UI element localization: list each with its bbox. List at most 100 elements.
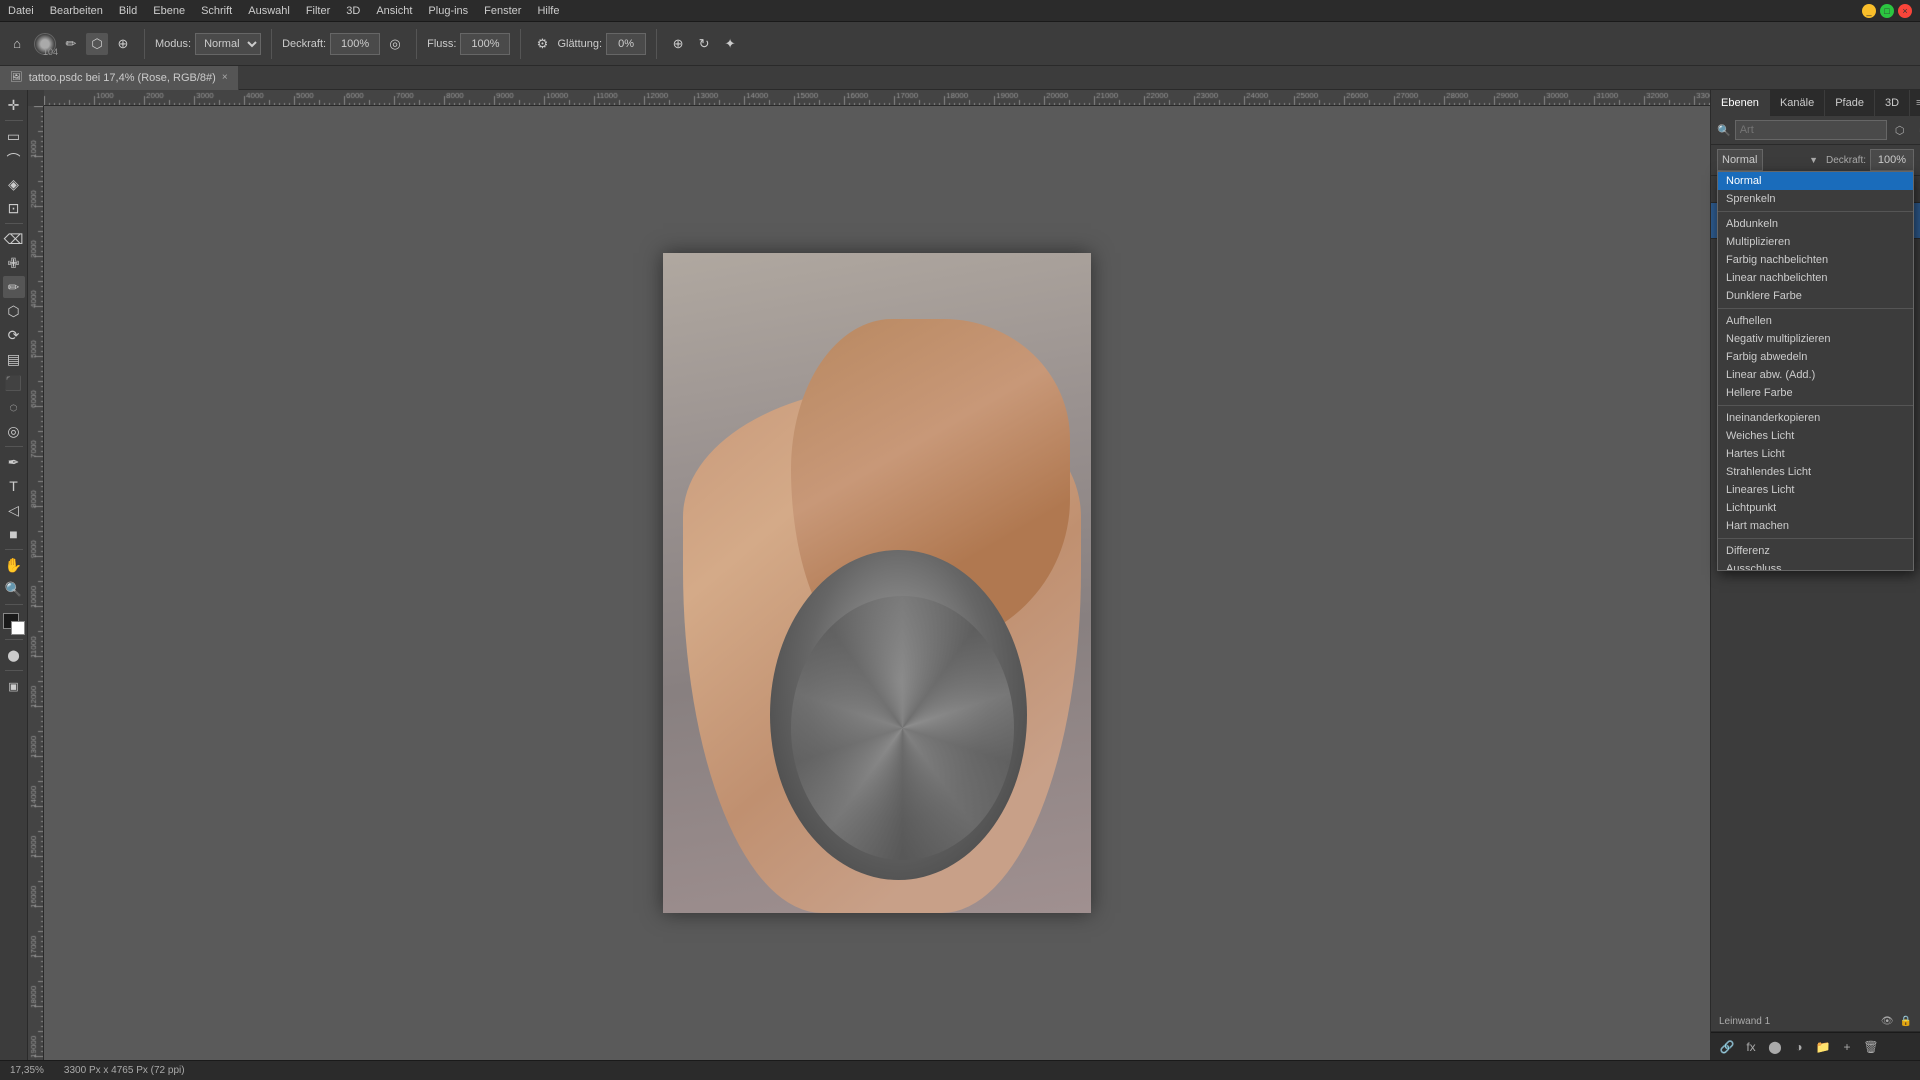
blend-option-lichtpunkt[interactable]: Lichtpunkt xyxy=(1718,499,1913,517)
tab-pfade[interactable]: Pfade xyxy=(1825,90,1875,116)
menu-item-schrift[interactable]: Schrift xyxy=(201,5,232,17)
canvas-lock-icon[interactable]: 🔒 xyxy=(1900,1016,1912,1027)
screen-mode-icon[interactable]: ▣ xyxy=(3,675,25,697)
blend-mode-select[interactable]: Normal xyxy=(1717,149,1763,171)
menu-item-auswahl[interactable]: Auswahl xyxy=(248,5,290,17)
blend-option-ausschluss[interactable]: Ausschluss xyxy=(1718,560,1913,571)
close-button[interactable]: × xyxy=(1898,4,1912,18)
crop-tool[interactable]: ⊡ xyxy=(3,197,25,219)
glattung-input[interactable] xyxy=(606,33,646,55)
quick-mask-icon[interactable]: ⬤ xyxy=(3,644,25,666)
fx-icon[interactable]: fx xyxy=(1741,1037,1761,1057)
pressure-icon[interactable]: ✦ xyxy=(719,33,741,55)
blend-option-strahlendes-licht[interactable]: Strahlendes Licht xyxy=(1718,463,1913,481)
color-swatches[interactable] xyxy=(3,613,25,635)
status-bar: 17,35% 3300 Px x 4765 Px (72 ppi) xyxy=(0,1060,1920,1080)
menu-item-3d[interactable]: 3D xyxy=(346,5,360,17)
blend-option-dunklere-farbe[interactable]: Dunklere Farbe xyxy=(1718,287,1913,305)
mask-icon[interactable]: ⬤ xyxy=(1765,1037,1785,1057)
blend-option-differenz[interactable]: Differenz xyxy=(1718,542,1913,560)
blend-option-negativ-multiplizieren[interactable]: Negativ multiplizieren xyxy=(1718,330,1913,348)
deckraft-input[interactable] xyxy=(330,33,380,55)
maximize-button[interactable]: □ xyxy=(1880,4,1894,18)
zoom-tool[interactable]: 🔍 xyxy=(3,578,25,600)
brush-icon[interactable]: ✏ xyxy=(60,33,82,55)
group-icon[interactable]: 📁 xyxy=(1813,1037,1833,1057)
brush-tool[interactable]: ✏ xyxy=(3,276,25,298)
menu-item-bild[interactable]: Bild xyxy=(119,5,137,17)
menu-item-fenster[interactable]: Fenster xyxy=(484,5,521,17)
new-layer-icon[interactable]: + xyxy=(1837,1037,1857,1057)
history-brush-tool[interactable]: ⟳ xyxy=(3,324,25,346)
gradient-tool[interactable]: ⬛ xyxy=(3,372,25,394)
flow-icon[interactable]: ⊕ xyxy=(112,33,134,55)
dodge-tool[interactable]: ◎ xyxy=(3,420,25,442)
menu-item-hilfe[interactable]: Hilfe xyxy=(537,5,559,17)
delete-layer-icon[interactable]: 🗑 xyxy=(1861,1037,1881,1057)
blend-option-linear-abw[interactable]: Linear abw. (Add.) xyxy=(1718,366,1913,384)
eraser-tool[interactable]: ▤ xyxy=(3,348,25,370)
opacity-input[interactable] xyxy=(1870,149,1914,171)
file-tab-icon: 🖼 xyxy=(10,72,23,83)
hand-tool[interactable]: ✋ xyxy=(3,554,25,576)
menu-item-ansicht[interactable]: Ansicht xyxy=(376,5,412,17)
blend-option-hart-machen[interactable]: Hart machen xyxy=(1718,517,1913,535)
rotate-icon[interactable]: ↻ xyxy=(693,33,715,55)
airbrush-icon[interactable]: ◎ xyxy=(384,33,406,55)
pen-tool[interactable]: ✒ xyxy=(3,451,25,473)
path-select-tool[interactable]: ◁ xyxy=(3,499,25,521)
background-color[interactable] xyxy=(11,621,25,635)
blend-option-normal[interactable]: Normal xyxy=(1718,172,1913,190)
layers-search-input[interactable] xyxy=(1735,120,1887,140)
blend-option-lineares-licht[interactable]: Lineares Licht xyxy=(1718,481,1913,499)
canvas-visibility-icon[interactable]: 👁 xyxy=(1881,1016,1894,1027)
file-tab[interactable]: 🖼 tattoo.psdc bei 17,4% (Rose, RGB/8#) × xyxy=(0,66,239,90)
panel-collapse-icon[interactable]: ≡ xyxy=(1910,97,1920,109)
move-tool[interactable]: ✛ xyxy=(3,94,25,116)
blend-option-multiplizieren[interactable]: Multiplizieren xyxy=(1718,233,1913,251)
symmetry-icon[interactable]: ⊕ xyxy=(667,33,689,55)
blend-option-abdunkeln[interactable]: Abdunkeln xyxy=(1718,215,1913,233)
blend-option-weiches-licht[interactable]: Weiches Licht xyxy=(1718,427,1913,445)
file-tab-close-icon[interactable]: × xyxy=(222,72,228,83)
fluss-input[interactable] xyxy=(460,33,510,55)
shape-tool[interactable]: ■ xyxy=(3,523,25,545)
eyedropper-tool[interactable]: ⌫ xyxy=(3,228,25,250)
blend-option-aufhellen[interactable]: Aufhellen xyxy=(1718,312,1913,330)
text-tool[interactable]: T xyxy=(3,475,25,497)
filter-pixel-icon[interactable]: ⬡ xyxy=(1891,121,1909,139)
menu-item-datei[interactable]: Datei xyxy=(8,5,34,17)
marquee-tool[interactable]: ▭ xyxy=(3,125,25,147)
filter-adjustment-icon[interactable]: ◑ xyxy=(1913,121,1920,139)
menu-item-filter[interactable]: Filter xyxy=(306,5,330,17)
blend-option-ineinanderkopieren[interactable]: Ineinanderkopieren xyxy=(1718,409,1913,427)
adjustment-icon[interactable]: ◑ xyxy=(1789,1037,1809,1057)
object-select-tool[interactable]: ◈ xyxy=(3,173,25,195)
blend-option-farbig-abwedeln[interactable]: Farbig abwedeln xyxy=(1718,348,1913,366)
tab-ebenen[interactable]: Ebenen xyxy=(1711,90,1770,116)
file-tab-name: tattoo.psdc bei 17,4% (Rose, RGB/8#) xyxy=(29,72,216,84)
lasso-tool[interactable]: ⌒ xyxy=(3,149,25,171)
blend-option-linear-nachbelichten[interactable]: Linear nachbelichten xyxy=(1718,269,1913,287)
glattung-label: Glättung: xyxy=(557,38,602,50)
minimize-button[interactable]: _ xyxy=(1862,4,1876,18)
blend-option-hartes-licht[interactable]: Hartes Licht xyxy=(1718,445,1913,463)
settings-icon[interactable]: ⚙ xyxy=(531,33,553,55)
blur-tool[interactable]: ◌ xyxy=(3,396,25,418)
right-panel: Ebenen Kanäle Pfade 3D ≡ 🔍 ⬡ ◑ T ■ 🔒 ● N… xyxy=(1710,90,1920,1060)
home-icon[interactable]: ⌂ xyxy=(6,33,28,55)
blend-option-hellere-farbe[interactable]: Hellere Farbe xyxy=(1718,384,1913,402)
menu-item-ebene[interactable]: Ebene xyxy=(153,5,185,17)
blend-dropdown: Normal Sprenkeln Abdunkeln Multipliziere… xyxy=(1717,171,1914,571)
menu-item-bearbeiten[interactable]: Bearbeiten xyxy=(50,5,103,17)
eraser-icon[interactable]: ⬡ xyxy=(86,33,108,55)
blend-option-sprenkeln[interactable]: Sprenkeln xyxy=(1718,190,1913,208)
heal-tool[interactable]: ✙ xyxy=(3,252,25,274)
menu-item-plugins[interactable]: Plug-ins xyxy=(428,5,468,17)
tab-kanale[interactable]: Kanäle xyxy=(1770,90,1825,116)
link-layers-icon[interactable]: 🔗 xyxy=(1717,1037,1737,1057)
stamp-tool[interactable]: ⬡ xyxy=(3,300,25,322)
blend-option-farbig-nachbelichten[interactable]: Farbig nachbelichten xyxy=(1718,251,1913,269)
mode-select[interactable]: Normal xyxy=(195,33,261,55)
tab-3d[interactable]: 3D xyxy=(1875,90,1910,116)
